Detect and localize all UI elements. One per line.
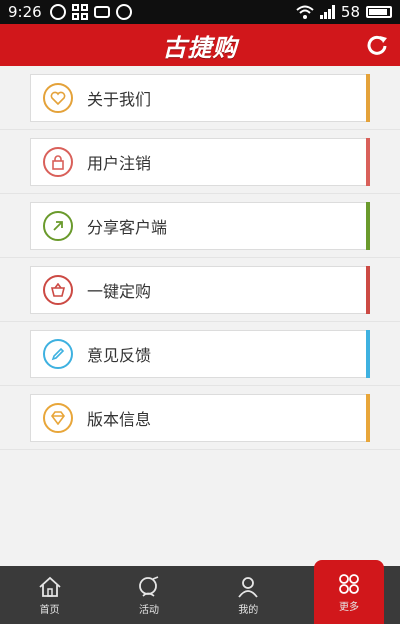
diamond-icon [43, 403, 73, 433]
battery-icon [366, 6, 392, 18]
menu-item-share-client[interactable]: 分享客户端 [30, 202, 370, 250]
tab-label: 更多 [338, 601, 359, 613]
menu-item-label: 分享客户端 [87, 218, 168, 237]
home-icon [39, 576, 61, 597]
menu-item-version-info[interactable]: 版本信息 [30, 394, 370, 442]
person-icon [238, 576, 259, 598]
menu-item-label: 意见反馈 [87, 346, 152, 365]
accent-bar [366, 202, 370, 250]
app-grid-icon [71, 4, 88, 20]
download-icon [115, 4, 132, 20]
menu-item-label: 版本信息 [87, 410, 152, 429]
app-header: 古捷购 [0, 24, 400, 66]
tab-label: 我的 [238, 604, 259, 616]
pencil-icon [43, 339, 73, 369]
more-grid-icon [339, 573, 359, 594]
battery-percent: 58 [340, 3, 360, 21]
accent-bar [366, 394, 370, 442]
tab-activity[interactable]: 活动 [99, 566, 198, 624]
accent-bar [366, 266, 370, 314]
accent-bar [366, 138, 370, 186]
menu-row: 关于我们 [0, 66, 400, 130]
tab-label: 首页 [39, 604, 60, 616]
status-time: 9:26 [8, 3, 42, 21]
accent-bar [366, 74, 370, 122]
status-bar: 9:26 58 [0, 0, 400, 24]
share-arrow-icon [43, 211, 73, 241]
menu-item-one-click-order[interactable]: 一键定购 [30, 266, 370, 314]
activity-icon [139, 575, 159, 597]
menu-item-logout[interactable]: 用户注销 [30, 138, 370, 186]
tab-more[interactable]: 更多 [313, 560, 384, 624]
menu-row: 用户注销 [0, 130, 400, 194]
menu-row: 分享客户端 [0, 194, 400, 258]
heart-chat-icon [43, 83, 73, 113]
accent-bar [366, 330, 370, 378]
message-icon [49, 4, 66, 20]
lock-icon [43, 147, 73, 177]
tab-home[interactable]: 首页 [0, 566, 99, 624]
image-icon [93, 6, 110, 18]
bottom-tab-bar: 首页 活动 我的 更多 [0, 560, 400, 624]
tab-mine[interactable]: 我的 [199, 566, 298, 624]
menu-row: 一键定购 [0, 258, 400, 322]
menu-row: 意见反馈 [0, 322, 400, 386]
menu-item-about-us[interactable]: 关于我们 [30, 74, 370, 122]
wifi-icon [296, 5, 314, 19]
menu-item-label: 用户注销 [87, 154, 152, 173]
refresh-icon[interactable] [366, 34, 388, 56]
menu-item-feedback[interactable]: 意见反馈 [30, 330, 370, 378]
menu-item-label: 一键定购 [87, 282, 152, 301]
tab-label: 活动 [138, 604, 159, 616]
basket-icon [43, 275, 73, 305]
signal-icon [319, 5, 335, 19]
app-logo: 古捷购 [162, 33, 238, 62]
menu-item-label: 关于我们 [87, 90, 152, 109]
menu-row: 版本信息 [0, 386, 400, 450]
